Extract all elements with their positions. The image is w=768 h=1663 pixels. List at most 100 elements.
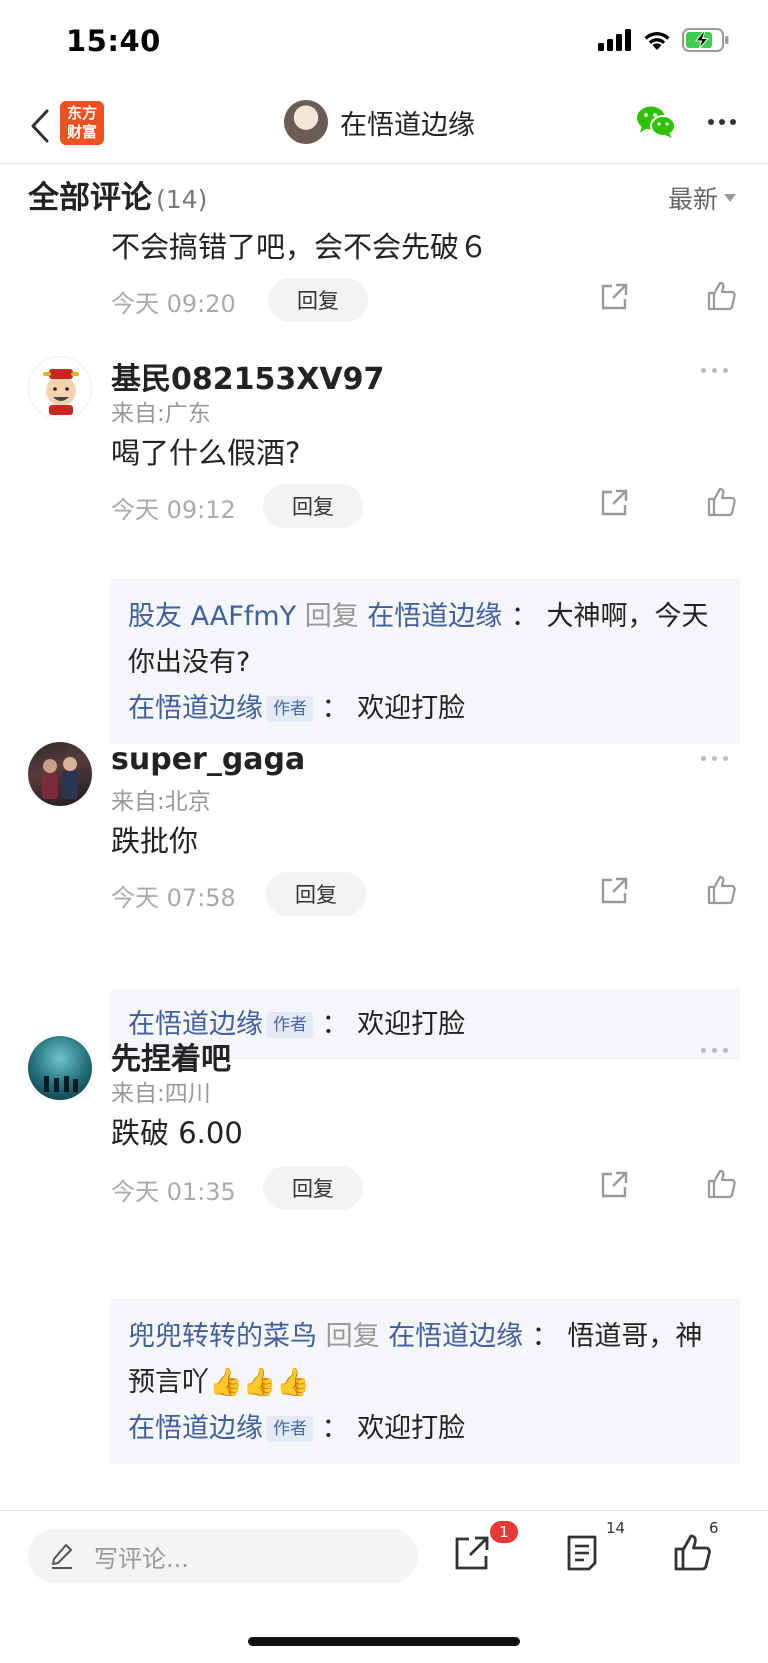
comment-more-button[interactable] (701, 1048, 728, 1053)
reply-thread[interactable]: 兜兜转转的菜鸟 回复 在悟道边缘 ： 悟道哥，神预言吖👍👍👍 在悟道边缘 作者 ：… (110, 1298, 740, 1464)
reply-button[interactable]: 回复 (263, 1166, 363, 1210)
share-button[interactable] (599, 488, 633, 522)
avatar[interactable] (28, 356, 92, 420)
reply-button[interactable]: 回复 (266, 872, 366, 916)
username[interactable]: 基民082153XV97 (111, 354, 384, 398)
reply-user[interactable]: 股友 AAFfmY (128, 601, 296, 632)
like-count: 6 (709, 1519, 719, 1537)
reply-sep: ： (531, 1321, 559, 1352)
comment-time: 今天 09:12 (111, 496, 236, 524)
share-button[interactable] (599, 1170, 633, 1204)
like-button[interactable] (705, 280, 741, 316)
back-button[interactable] (22, 104, 58, 148)
reply-user[interactable]: 兜兜转转的菜鸟 (128, 1321, 317, 1352)
reply-word: 回复 (304, 601, 359, 632)
author-name[interactable]: 在悟道边缘 (128, 693, 263, 724)
signal-icon (598, 29, 631, 51)
reply-text: 欢迎打脸 (357, 1009, 466, 1040)
nav-profile[interactable]: 在悟道边缘 (284, 100, 475, 144)
comment-time: 今天 07:58 (111, 884, 236, 912)
share-icon (601, 1171, 628, 1198)
author-badge: 作者 (267, 1012, 313, 1038)
comment-meta: 今天 09:20 回复 (111, 278, 741, 322)
share-button[interactable] (599, 282, 633, 316)
location: 来自:北京 (111, 789, 211, 815)
comments-header: 全部评论 (14) 最新 (28, 172, 736, 220)
comment-more-button[interactable] (701, 756, 728, 761)
thumbs-up-icon (707, 1169, 736, 1199)
author-badge: 作者 (267, 1416, 313, 1442)
thumbs-up-icon (707, 875, 736, 905)
reply-button[interactable]: 回复 (268, 278, 368, 322)
location: 来自:广东 (111, 401, 211, 427)
page-title: 在悟道边缘 (340, 109, 475, 141)
reply-sep: ： (510, 601, 538, 632)
more-button[interactable] (702, 104, 742, 140)
photo-avatar-icon (42, 757, 78, 799)
reply-target[interactable]: 在悟道边缘 (388, 1321, 523, 1352)
comment-more-button[interactable] (701, 368, 728, 373)
share-badge: 1 (490, 1521, 518, 1543)
caret-down-icon (724, 194, 736, 202)
fortune-god-avatar-icon (43, 369, 79, 415)
username[interactable]: 先捏着吧 (111, 1034, 231, 1078)
reply-sep: ： (321, 1009, 349, 1040)
wifi-icon (644, 32, 670, 50)
wechat-icon (637, 106, 676, 138)
thumbs-up-icon (707, 281, 736, 311)
reply-target[interactable]: 在悟道边缘 (367, 601, 502, 632)
thumbs-up-icon (674, 1534, 711, 1571)
sort-label: 最新 (667, 185, 718, 214)
share-icon (601, 283, 628, 310)
like-button[interactable] (705, 486, 741, 522)
author-badge: 作者 (267, 696, 313, 722)
comment-meta: 今天 07:58 回复 (111, 872, 741, 916)
avatar (284, 100, 328, 144)
pencil-icon (52, 1544, 72, 1569)
more-icon (708, 119, 714, 125)
app-logo[interactable]: 东方 财富 (60, 101, 104, 145)
share-icon (601, 489, 628, 516)
comment-text: 跌批你 (111, 824, 199, 858)
share-button[interactable] (452, 1533, 496, 1577)
aquarium-avatar-icon (44, 1076, 78, 1092)
sort-dropdown[interactable]: 最新 (668, 180, 736, 216)
like-button[interactable] (705, 1168, 741, 1204)
comments-button[interactable] (562, 1533, 606, 1577)
comment-text: 不会搞错了吧，会不会先破６ (111, 230, 489, 264)
share-button[interactable] (599, 876, 633, 910)
share-icon (601, 877, 628, 904)
more-icon (701, 368, 706, 373)
comment-text: 喝了什么假酒? (111, 436, 301, 470)
comment-input[interactable]: 写评论... (28, 1529, 418, 1583)
username[interactable]: super_gaga (111, 742, 305, 777)
comment-count: 14 (606, 1519, 626, 1537)
logo-line2: 财富 (66, 123, 97, 141)
wechat-share-button[interactable] (636, 104, 676, 140)
author-name[interactable]: 在悟道边缘 (128, 1413, 263, 1444)
reply-sep: ： (321, 1413, 349, 1444)
avatar[interactable] (28, 742, 92, 806)
comments-count: (14) (156, 185, 208, 214)
thumbs-up-icon (707, 487, 736, 517)
reply-text: 欢迎打脸 (357, 693, 466, 724)
chevron-left-icon (31, 109, 49, 143)
comment-list-icon (567, 1535, 597, 1571)
reply-thread[interactable]: 股友 AAFfmY 回复 在悟道边缘 ： 大神啊，今天你出没有? 在悟道边缘 作者… (110, 578, 740, 744)
share-icon (455, 1536, 489, 1570)
like-button[interactable] (705, 874, 741, 910)
nav-bar: 东方 财富 在悟道边缘 (0, 86, 768, 164)
author-reply-line: 在悟道边缘 作者 ： 欢迎打脸 (128, 1406, 722, 1452)
more-icon (701, 1048, 706, 1053)
avatar[interactable] (28, 1036, 92, 1100)
comment-input-placeholder: 写评论... (94, 1544, 189, 1573)
author-reply-line: 在悟道边缘 作者 ： 欢迎打脸 (128, 686, 722, 732)
more-icon (701, 756, 706, 761)
reply-button[interactable]: 回复 (263, 484, 363, 528)
comment-meta: 今天 01:35 回复 (111, 1166, 741, 1210)
comment-time: 今天 09:20 (111, 290, 236, 318)
reply-line: 股友 AAFfmY 回复 在悟道边缘 ： 大神啊，今天你出没有? (128, 594, 722, 686)
logo-line1: 东方 (66, 104, 97, 122)
like-button[interactable] (672, 1533, 716, 1577)
comment-time: 今天 01:35 (111, 1178, 236, 1206)
